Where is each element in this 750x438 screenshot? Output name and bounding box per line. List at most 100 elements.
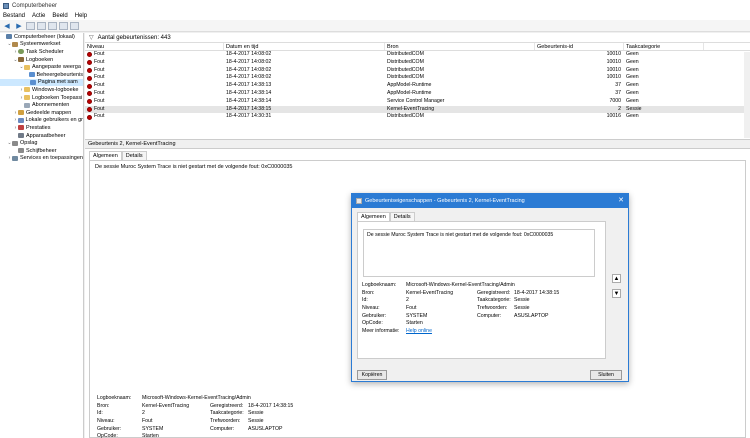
cell-date: 18-4-2017 14:38:15 (226, 105, 272, 112)
cell-level-text: Fout (94, 58, 105, 65)
tree-item[interactable]: › Services en toepassingen (0, 155, 83, 163)
menu-action[interactable]: Actie (32, 13, 45, 19)
refresh-icon[interactable] (48, 21, 57, 30)
cell-level: Fout (85, 51, 224, 59)
dialog-value-user: SYSTEM (406, 312, 428, 319)
table-row[interactable]: Fout 18-4-2017 14:38:14 AppModel-Runtime 37… (85, 90, 750, 98)
tree-item[interactable]: › Prestaties (0, 124, 83, 132)
dialog-value-computer: ASUSLAPTOP (514, 312, 549, 319)
close-button[interactable]: Sluiten (590, 370, 622, 380)
tab-general[interactable]: Algemeen (89, 151, 122, 160)
previous-event-icon[interactable]: ▲ (612, 274, 621, 283)
tree-item[interactable]: ⌄ Logboeken (0, 56, 83, 64)
tree-item[interactable]: › Task Scheduler (0, 48, 83, 56)
cell-event-id: 10010 (606, 66, 621, 73)
table-row[interactable]: Fout 18-4-2017 14:08:02 DistributedCOM 1001… (85, 67, 750, 75)
navigation-tree: Computerbeheer (lokaal) ⌄ Systeemwerkset › T… (0, 33, 84, 438)
dialog-value-id: 2 (406, 297, 409, 304)
tree-item[interactable]: › Lokale gebruikers en gr (0, 117, 83, 125)
error-icon (87, 99, 92, 105)
menu-file[interactable]: Bestand (3, 13, 25, 19)
tree-item-label: Task Scheduler (26, 48, 64, 55)
tree-item-label: Aangepaste weerga (32, 64, 81, 71)
tree-item[interactable]: ⌄ Opslag (0, 139, 83, 147)
column-category[interactable]: Taakcategorie (624, 43, 704, 50)
detail-tabs: Algemeen Details (89, 151, 147, 160)
filter-icon (30, 79, 36, 85)
table-row[interactable]: Fout 18-4-2017 14:38:13 AppModel-Runtime 37… (85, 82, 750, 90)
cell-date: 18-4-2017 14:08:02 (226, 66, 272, 73)
tree-item[interactable]: ⌄ Systeemwerkset (0, 41, 83, 49)
cell-level: Fout (85, 82, 224, 90)
column-event-id[interactable]: Gebeurtenis-id (535, 43, 624, 50)
dialog-tab-details[interactable]: Details (389, 212, 415, 221)
dialog-title-bar[interactable]: Gebeurteniseigenschappen - Gebeurtenis 2… (352, 194, 628, 208)
menu-view[interactable]: Beeld (52, 13, 67, 19)
properties-icon[interactable] (70, 21, 79, 30)
show-hide-tree-icon[interactable] (37, 21, 46, 30)
cell-level-text: Fout (94, 89, 105, 96)
forward-arrow-icon[interactable]: ▶ (14, 21, 24, 30)
dialog-value-source: Kernel-EventTracing (406, 289, 454, 296)
dialog-label-more-info: Meer informatie: (362, 328, 400, 335)
tree-item[interactable]: Computerbeheer (lokaal) (0, 33, 83, 41)
window-title: Computerbeheer (12, 2, 58, 9)
tree-item-label: Schijfbeheer (26, 147, 57, 154)
cell-category: Geen (626, 51, 639, 57)
tree-item[interactable]: ⌄ Aangepaste weerga (0, 63, 83, 71)
tree-item[interactable]: Apparaatbeheer (0, 132, 83, 140)
table-row[interactable]: Fout 18-4-2017 14:08:02 DistributedCOM 1001… (85, 59, 750, 67)
column-date[interactable]: Datum en tijd (224, 43, 385, 50)
tree-item-label: Logboeken Toepassi (32, 94, 83, 101)
detail-description: De sessie Muroc System Trace is niet ges… (95, 164, 293, 170)
events-grid: Fout 18-4-2017 14:08:02 DistributedCOM 1001… (85, 51, 750, 121)
table-row[interactable]: Fout 18-4-2017 14:30:31 DistributedCOM 1001… (85, 113, 750, 121)
users-icon (17, 117, 24, 123)
event-count: Aantal gebeurtenissen: 443 (97, 34, 171, 41)
value-keywords: Sessie (248, 418, 264, 425)
error-icon (87, 60, 92, 66)
event-properties-dialog: Gebeurteniseigenschappen - Gebeurtenis 2… (351, 193, 629, 382)
value-source: Kernel-EventTracing (142, 402, 190, 409)
tree-item[interactable]: › Windows-logboeke (0, 86, 83, 94)
cell-source: DistributedCOM (387, 58, 424, 65)
table-row[interactable]: Fout 18-4-2017 14:38:15 Kernel-EventTracin… (85, 105, 750, 114)
tree-item[interactable]: › Gedeelde mappen (0, 109, 83, 117)
up-folder-icon[interactable] (26, 21, 35, 30)
dialog-body: De sessie Muroc System Trace is niet ges… (357, 221, 606, 359)
cell-event-id: 37 (615, 82, 621, 89)
events-scrollbar[interactable] (744, 52, 750, 138)
next-event-icon[interactable]: ▼ (612, 289, 621, 298)
dialog-value-keywords: Sessie (514, 305, 530, 312)
copy-button[interactable]: Kopiëren (357, 370, 387, 380)
dialog-tab-general[interactable]: Algemeen (357, 212, 390, 221)
tree-item[interactable]: Pagina met sam (0, 78, 83, 87)
close-icon[interactable]: ✕ (618, 196, 624, 204)
tree-item[interactable]: › Logboeken Toepassi (0, 94, 83, 102)
tab-details[interactable]: Details (121, 151, 147, 160)
back-arrow-icon[interactable]: ◀ (2, 21, 12, 30)
cell-level-text: Fout (94, 51, 105, 57)
column-level[interactable]: Niveau (85, 43, 224, 50)
tree-item[interactable]: Schijfbeheer (0, 147, 83, 155)
column-source[interactable]: Bron (385, 43, 535, 50)
dialog-value-logged: 18-4-2017 14:38:15 (514, 289, 560, 296)
help-icon[interactable] (59, 21, 68, 30)
tree-item[interactable]: Beheergebeurtenis (0, 71, 83, 79)
dialog-label-source: Bron: (362, 289, 375, 296)
dialog-label-user: Gebruiker: (362, 312, 387, 319)
cell-category: Geen (626, 97, 639, 104)
tree-item[interactable]: Abonnementen (0, 101, 83, 109)
performance-icon (18, 125, 24, 131)
cell-date: 18-4-2017 14:38:13 (226, 82, 272, 89)
cell-source: Kernel-EventTracing (387, 105, 435, 112)
table-row[interactable]: Fout 18-4-2017 14:08:02 DistributedCOM 1001… (85, 51, 750, 59)
detail-title: Gebeurtenis 2, Kernel-EventTracing (85, 139, 750, 149)
cell-event-id: 10016 (606, 113, 621, 120)
cell-event-id: 2 (618, 105, 621, 112)
menu-help[interactable]: Help (75, 13, 87, 19)
folder-icon (24, 87, 30, 93)
table-row[interactable]: Fout 18-4-2017 14:08:02 DistributedCOM 1001… (85, 74, 750, 82)
table-row[interactable]: Fout 18-4-2017 14:38:14 Service Control Ma… (85, 98, 750, 106)
dialog-help-online-link[interactable]: Help online (406, 328, 432, 336)
